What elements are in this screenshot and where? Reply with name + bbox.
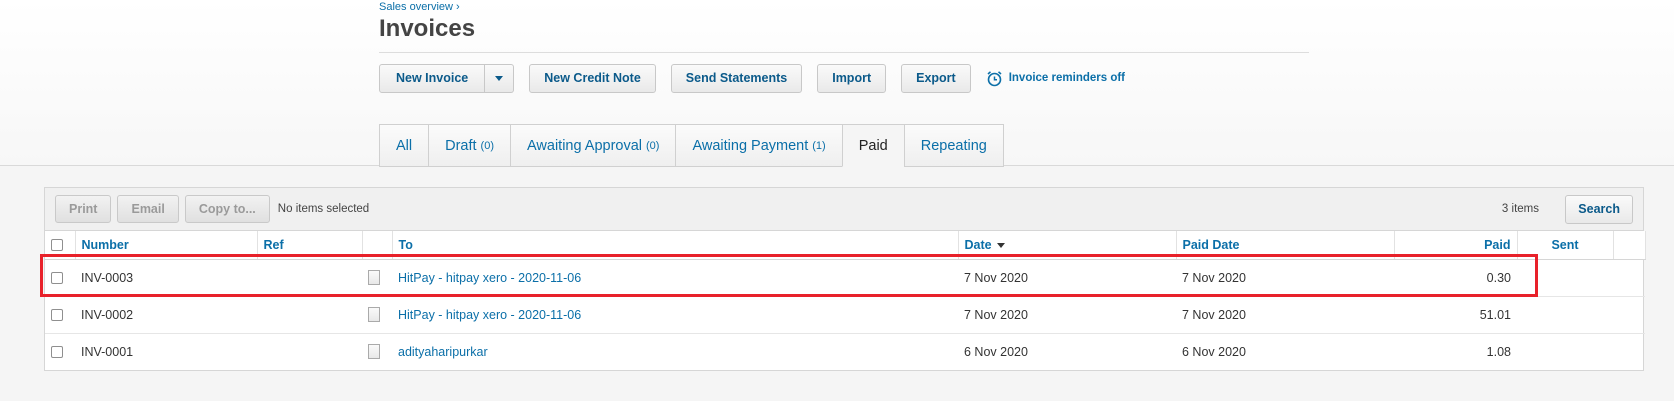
new-invoice-split-button: New Invoice <box>379 63 515 93</box>
tab-awaiting-approval[interactable]: Awaiting Approval (0) <box>510 124 676 167</box>
row-checkbox[interactable] <box>51 309 63 322</box>
row-select-cell <box>45 259 75 297</box>
invoice-list-panel: Print Email Copy to... No items selected… <box>44 187 1646 371</box>
email-button[interactable]: Email <box>117 195 179 223</box>
status-tabs: All Draft (0) Awaiting Approval (0) Awai… <box>379 124 1004 167</box>
page-title: Invoices <box>379 15 1309 53</box>
column-to[interactable]: To <box>392 231 959 260</box>
invoice-to[interactable]: HitPay - hitpay xero - 2020-11-06 <box>392 296 958 334</box>
invoice-table: Number Ref To Date Paid Date Paid Sent I… <box>45 231 1646 370</box>
invoice-reminders-label: Invoice reminders off <box>1008 72 1126 84</box>
column-number[interactable]: Number <box>75 231 258 260</box>
invoice-ref <box>257 333 362 370</box>
document-icon <box>368 270 380 286</box>
row-select-cell <box>45 296 75 334</box>
tab-label: Paid <box>858 137 888 154</box>
row-checkbox[interactable] <box>51 272 63 285</box>
row-spacer <box>1613 259 1645 297</box>
select-all-checkbox[interactable] <box>51 239 63 252</box>
column-icon <box>362 231 393 260</box>
column-date-label: Date <box>964 237 992 252</box>
search-button[interactable]: Search <box>1565 194 1633 224</box>
page-header: Sales overview › Invoices <box>379 0 1309 53</box>
tab-label: Awaiting Approval <box>527 137 643 154</box>
invoice-reminders-link[interactable]: Invoice reminders off <box>986 70 1125 87</box>
row-icon-cell <box>362 333 392 370</box>
row-checkbox[interactable] <box>51 346 63 359</box>
tab-label: All <box>396 137 413 154</box>
export-button[interactable]: Export <box>901 63 971 93</box>
row-icon-cell <box>362 259 392 297</box>
sort-descending-icon <box>996 242 1005 248</box>
invoice-paid-date: 6 Nov 2020 <box>1182 344 1246 359</box>
tab-awaiting-payment[interactable]: Awaiting Payment (1) <box>675 124 842 167</box>
row-icon-cell <box>362 296 392 334</box>
invoice-to[interactable]: adityaharipurkar <box>392 333 958 370</box>
invoice-paid-date: 7 Nov 2020 <box>1176 296 1394 334</box>
column-paid-date[interactable]: Paid Date <box>1176 231 1395 260</box>
tab-label: Awaiting Payment <box>692 137 809 154</box>
import-button[interactable]: Import <box>817 63 887 93</box>
table-row[interactable]: INV-0002 HitPay - hitpay xero - 2020-11-… <box>45 296 1645 334</box>
invoice-ref <box>257 296 362 334</box>
column-ref[interactable]: Ref <box>257 231 363 260</box>
invoice-paid-date: 7 Nov 2020 <box>1176 259 1394 297</box>
top-area: Sales overview › Invoices New Invoice Ne… <box>0 0 1674 167</box>
column-spacer <box>1613 231 1646 260</box>
alarm-clock-icon <box>987 70 1002 86</box>
invoice-toolbar: New Invoice New Credit Note Send Stateme… <box>379 63 1125 93</box>
breadcrumb-sales-overview[interactable]: Sales overview › <box>379 1 1309 14</box>
select-all-cell <box>45 231 76 260</box>
tab-count: (1) <box>812 139 826 152</box>
item-count: 3 items <box>1501 203 1539 215</box>
selection-status: No items selected <box>277 203 370 215</box>
tab-paid[interactable]: Paid <box>841 124 904 167</box>
print-button[interactable]: Print <box>55 195 112 223</box>
send-statements-button[interactable]: Send Statements <box>670 63 803 93</box>
row-spacer <box>1613 296 1645 334</box>
copy-to-button[interactable]: Copy to... <box>184 195 270 223</box>
invoice-sent <box>1517 333 1613 370</box>
invoice-date: 7 Nov 2020 <box>958 259 1176 297</box>
table-row[interactable]: INV-0001 adityaharipurkar 6 Nov 2020 6 N… <box>45 333 1645 370</box>
column-date[interactable]: Date <box>958 231 1177 260</box>
tab-all[interactable]: All <box>379 124 429 167</box>
invoice-sent <box>1517 259 1613 297</box>
table-row[interactable]: INV-0003 HitPay - hitpay xero - 2020-11-… <box>45 259 1645 297</box>
new-credit-note-button[interactable]: New Credit Note <box>529 63 656 93</box>
invoice-paid: 51.01 <box>1394 296 1517 334</box>
new-invoice-dropdown-button[interactable] <box>485 63 515 93</box>
column-sent[interactable]: Sent <box>1517 231 1614 260</box>
invoice-number[interactable]: INV-0001 <box>75 333 257 370</box>
document-icon <box>368 307 380 323</box>
column-paid[interactable]: Paid <box>1394 231 1518 260</box>
list-toolbar: Print Email Copy to... No items selected… <box>45 188 1643 231</box>
tab-count: (0) <box>480 139 494 152</box>
invoice-date: 7 Nov 2020 <box>958 296 1176 334</box>
document-icon <box>368 344 380 360</box>
row-select-cell <box>45 333 75 370</box>
invoice-number[interactable]: INV-0003 <box>75 259 257 297</box>
invoice-ref <box>257 259 362 297</box>
row-spacer <box>1613 333 1645 370</box>
table-header-row: Number Ref To Date Paid Date Paid Sent <box>45 231 1646 260</box>
caret-down-icon <box>495 75 504 81</box>
invoice-sent <box>1517 296 1613 334</box>
tab-count: (0) <box>646 139 660 152</box>
tab-label: Repeating <box>920 137 987 154</box>
new-invoice-button[interactable]: New Invoice <box>379 63 486 93</box>
invoice-paid: 1.08 <box>1486 344 1511 359</box>
tab-label: Draft <box>445 137 477 154</box>
invoice-paid: 0.30 <box>1394 259 1517 297</box>
invoice-to[interactable]: HitPay - hitpay xero - 2020-11-06 <box>392 259 958 297</box>
invoice-number[interactable]: INV-0002 <box>75 296 257 334</box>
tab-draft[interactable]: Draft (0) <box>428 124 510 167</box>
invoice-date: 6 Nov 2020 <box>964 344 1028 359</box>
tab-repeating[interactable]: Repeating <box>903 124 1004 167</box>
